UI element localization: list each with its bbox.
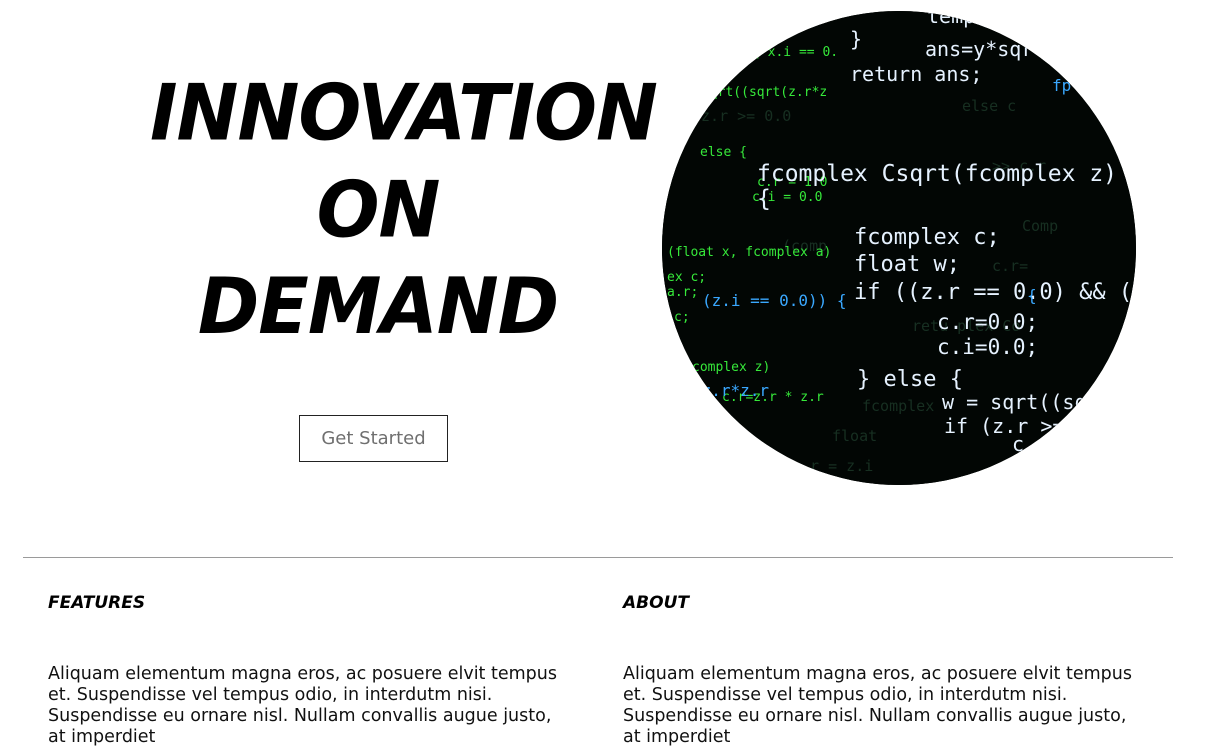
- features-body: Aliquam elementum magna eros, ac posuere…: [48, 664, 557, 747]
- code-line-green-2: else {: [700, 145, 747, 160]
- code-line-green-3: (float x, fcomplex a): [667, 245, 831, 260]
- code-line-12: } else {: [857, 367, 963, 392]
- svg-text:else c: else c: [962, 97, 1016, 115]
- code-line-6: {: [757, 186, 771, 212]
- get-started-button[interactable]: Get Started: [299, 415, 448, 462]
- about-heading: ABOUT: [623, 593, 689, 613]
- code-line-15: c.r: [1012, 432, 1048, 456]
- svg-text:Comp: Comp: [1022, 217, 1058, 235]
- code-line-5: fcomplex Csqrt(fcomplex z): [757, 161, 1117, 187]
- code-line-3: ans=y*sqrt(1.0+temp*te: [925, 37, 1136, 61]
- code-line-9: if ((z.r == 0.0) && (z.i == 0.0)) {: [854, 280, 1136, 305]
- svg-text:(z.r >= 0.0: (z.r >= 0.0: [692, 107, 791, 125]
- hero-title-line-1: INNOVATION: [150, 68, 658, 159]
- code-line-10: c.r=0.0;: [937, 310, 1038, 334]
- svg-text:c.r = z.i: c.r = z.i: [792, 457, 873, 475]
- code-screen-image: else c >> c.r Comp c.r= retu plex Co fco…: [662, 11, 1136, 485]
- hero-title-line-2: ON: [316, 164, 441, 256]
- code-line-green-6: a.r;: [667, 285, 698, 300]
- code-line-7: fcomplex c;: [854, 225, 1000, 250]
- features-heading: FEATURES: [48, 593, 146, 613]
- code-line-8: float w;: [854, 252, 960, 277]
- section-divider: [23, 557, 1173, 558]
- code-line-green-7: c;: [674, 310, 690, 325]
- code-line-green-1: sqrt((sqrt(z.r*z: [702, 85, 827, 100]
- code-line-11: c.i=0.0;: [937, 335, 1038, 359]
- code-line-green-4: ex c;: [667, 270, 706, 285]
- code-line-4: return ans;: [850, 62, 982, 86]
- features-section: FEATURES Aliquam elementum magna eros, a…: [48, 590, 568, 748]
- hero-title-line-3: DEMAND: [197, 261, 559, 352]
- svg-text:{: {: [1027, 286, 1037, 305]
- svg-text:(z.i == 0.0)) {: (z.i == 0.0)) {: [702, 291, 847, 310]
- code-line-13: w = sqrt((sqrt(z.r*z: [942, 390, 1136, 414]
- code-line-2: }: [850, 27, 862, 51]
- svg-text:fcomplex: fcomplex: [862, 397, 934, 415]
- hero-title: INNOVATION ON DEMAND: [150, 65, 658, 355]
- svg-text:{ x.i == 0.: { x.i == 0.: [752, 45, 838, 60]
- svg-text:float: float: [832, 427, 877, 445]
- svg-text:(z.r*z.r: (z.r*z.r: [692, 381, 769, 400]
- svg-text:c.r=: c.r=: [992, 257, 1028, 275]
- svg-text:fp: fp: [1052, 76, 1071, 95]
- about-body: Aliquam elementum magna eros, ac posuere…: [623, 664, 1132, 747]
- code-line-green-5: complex z): [692, 360, 770, 375]
- about-section: ABOUT Aliquam elementum magna eros, ac p…: [623, 590, 1143, 748]
- code-line-1: temp=x/y;: [927, 11, 1035, 28]
